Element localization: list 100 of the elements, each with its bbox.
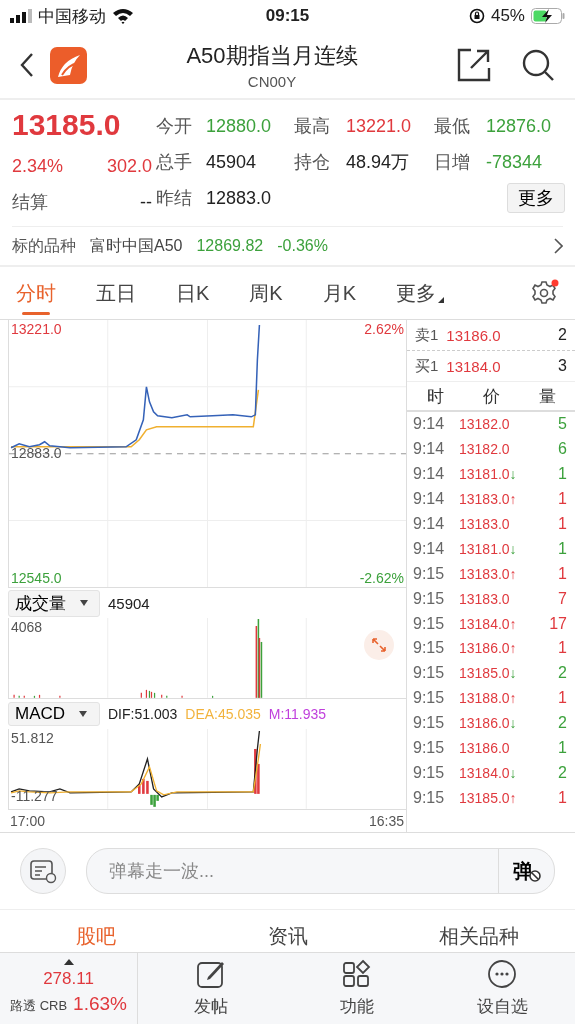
order-price: 13184.0 [446, 357, 501, 375]
trade-time: 9:15 [413, 639, 446, 658]
time-label: 17:00 [10, 813, 46, 829]
content-tab[interactable]: 资讯 [191, 923, 384, 952]
caret-icon [79, 711, 88, 718]
post-action[interactable]: 发帖 [138, 953, 284, 1024]
trade-time: 9:14 [413, 465, 446, 484]
trade-time: 9:14 [413, 539, 446, 558]
app-logo-icon [50, 46, 87, 84]
ticker-panel[interactable]: 278.11 路透 CRB 1.63% [0, 953, 138, 1024]
more-button[interactable]: 更多 [507, 183, 565, 213]
trade-time: 9:15 [413, 788, 446, 807]
trade-quantity: 1 [558, 639, 567, 658]
trade-price: 13183.0↑ [459, 491, 517, 508]
instrument-code: CN00Y [247, 72, 297, 90]
dropdown-icon [438, 297, 445, 303]
trade-price: 13183.0 [459, 590, 510, 607]
trade-price: 13183.0↑ [459, 565, 517, 582]
indicator-dropdown[interactable]: MACD [8, 702, 100, 727]
stat-value: 48.94万 [346, 151, 411, 174]
expand-icon[interactable] [364, 630, 394, 661]
trade-price: 13181.0↓ [459, 466, 517, 483]
stat-value: 45904 [206, 151, 258, 173]
underlying-name: 富时中国A50 [90, 235, 183, 256]
m-value: M:11.935 [268, 706, 327, 723]
trade-time: 9:15 [413, 614, 446, 633]
trade-quantity: 1 [558, 465, 567, 484]
underlying-label: 标的品种 [12, 235, 76, 256]
more-icon [487, 959, 518, 989]
volume-value: 45904 [108, 594, 150, 612]
trade-quantity: 2 [558, 664, 567, 683]
column-header: 量 [538, 385, 556, 408]
stat-value: -78344 [486, 151, 544, 173]
trade-quantity: 7 [558, 589, 567, 608]
trade-price: 13186.0↓ [459, 715, 517, 732]
trade-price: 13182.0 [459, 441, 510, 458]
axis-label: 51.812 [11, 730, 54, 747]
order-quantity: 3 [558, 357, 567, 375]
settings-icon[interactable] [529, 279, 559, 307]
trade-quantity: 2 [558, 714, 567, 733]
order-level: 买1 [415, 356, 439, 376]
stat-label: 总手 [156, 151, 193, 174]
instrument-title: A50期指当月连续 [186, 41, 358, 70]
caret-icon [80, 600, 88, 607]
trade-time: 9:15 [413, 689, 446, 708]
stat-value: 12876.0 [486, 115, 553, 137]
trade-price: 13185.0↓ [459, 665, 517, 682]
share-icon[interactable] [457, 48, 491, 82]
period-tab[interactable]: 五日 [96, 267, 136, 319]
time-label: 16:35 [368, 813, 404, 829]
indicator-dropdown[interactable]: 成交量 [8, 589, 100, 617]
underlying-change: -0.36% [277, 237, 328, 255]
ticker-value: 278.11 [43, 969, 94, 989]
danmaku-input[interactable]: 弹幕走一波... 弹 [86, 848, 555, 894]
trade-price: 13186.0 [459, 740, 510, 756]
stat-label: 日增 [434, 151, 471, 174]
trade-price: 13182.0 [459, 416, 510, 433]
trade-price: 13181.0↓ [459, 540, 517, 557]
rotation-lock-icon [468, 8, 485, 24]
trade-price: 13183.0 [459, 516, 510, 532]
more-action[interactable]: 设自选 [429, 953, 575, 1024]
trade-quantity: 1 [558, 788, 567, 807]
danmaku-settings-icon[interactable] [20, 848, 66, 894]
trade-price: 13185.0↑ [459, 789, 517, 806]
period-tab[interactable]: 月K [322, 267, 357, 319]
stat-label: 最低 [434, 115, 471, 138]
expand-up-icon[interactable] [63, 959, 74, 965]
axis-label: 12883.0 [11, 445, 62, 461]
search-icon[interactable] [521, 48, 555, 82]
axis-label: -2.62% [359, 570, 404, 587]
trade-time: 9:14 [413, 490, 446, 509]
stat-label: 今开 [156, 115, 193, 138]
volume-bar [38, 694, 41, 699]
content-tab[interactable]: 相关品种 [383, 923, 575, 952]
trade-time: 9:15 [413, 564, 446, 583]
dif-value: DIF:51.003 [108, 706, 178, 723]
apps-icon [341, 959, 372, 989]
stat-label: 最高 [294, 115, 331, 138]
clock-time: 09:15 [265, 6, 310, 26]
period-tab[interactable]: 周K [249, 267, 283, 319]
stat-value: 13221.0 [346, 115, 413, 137]
trade-time: 9:14 [413, 440, 446, 459]
period-tab[interactable]: 日K [176, 267, 210, 319]
trade-quantity: 1 [558, 739, 567, 757]
volume-bar [33, 695, 36, 699]
dea-value: DEA:45.035 [185, 706, 261, 723]
axis-label: -11.277 [11, 788, 58, 804]
battery-icon [531, 8, 565, 24]
stat-value: -- [140, 191, 152, 213]
axis-label: 13221.0 [11, 321, 62, 337]
stat-label: 昨结 [156, 187, 193, 210]
chevron-right-icon[interactable] [554, 238, 563, 254]
danmaku-toggle-button[interactable]: 弹 [498, 849, 554, 893]
back-icon[interactable] [20, 52, 34, 78]
order-quantity: 2 [558, 326, 567, 344]
apps-action[interactable]: 功能 [283, 953, 430, 1024]
order-level: 卖1 [415, 325, 439, 345]
carrier-name: 中国移动 [38, 5, 106, 28]
period-tab[interactable]: 更多 [396, 267, 445, 319]
trade-quantity: 1 [558, 539, 567, 558]
